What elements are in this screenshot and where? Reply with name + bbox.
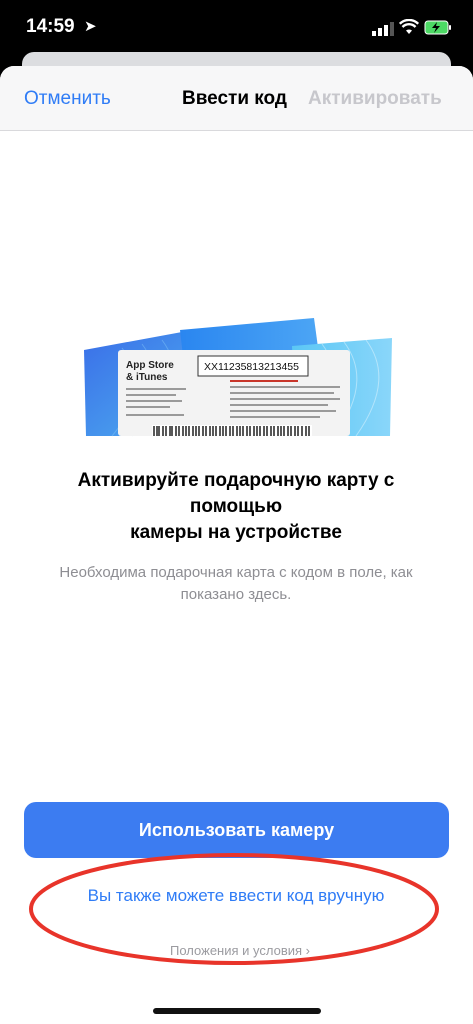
instruction-line-1: Необходима подарочная карта с кодом в по… bbox=[59, 564, 413, 581]
home-indicator[interactable] bbox=[153, 1008, 321, 1014]
headline-line-2: помощью bbox=[189, 496, 283, 517]
page-title: Ввести код bbox=[182, 88, 287, 109]
card-code: XX11235813213455 bbox=[204, 361, 299, 373]
location-arrow-icon: ➤ bbox=[84, 18, 97, 35]
instruction-text: Необходима подарочная карта с кодом в по… bbox=[28, 562, 444, 606]
activate-button[interactable]: Активировать bbox=[308, 88, 442, 110]
card-brand-line1: App Store bbox=[126, 360, 174, 371]
cellular-signal-icon bbox=[372, 22, 394, 36]
wifi-icon bbox=[399, 19, 419, 34]
navigation-bar: Отменить Ввести код Активировать bbox=[0, 66, 473, 131]
battery-charging-icon bbox=[424, 20, 451, 35]
card-brand-line2: & iTunes bbox=[126, 372, 168, 383]
status-time: 14:59 bbox=[26, 16, 75, 37]
status-bar: 14:59 ➤ bbox=[0, 0, 473, 58]
instruction-line-2: показано здесь. bbox=[180, 586, 292, 603]
barcode-icon bbox=[152, 425, 312, 436]
gift-card-illustration: App Store & iTunes XX11235813213455 bbox=[84, 318, 392, 437]
cancel-button[interactable]: Отменить bbox=[24, 88, 111, 110]
headline: Активируйте подарочную карту с помощью к… bbox=[36, 468, 436, 546]
headline-line-3: камеры на устройстве bbox=[130, 522, 342, 543]
red-highlight-ellipse bbox=[29, 853, 439, 965]
redeem-sheet: Отменить Ввести код Активировать App Sto… bbox=[0, 66, 473, 1024]
headline-line-1: Активируйте подарочную карту с bbox=[77, 470, 395, 491]
